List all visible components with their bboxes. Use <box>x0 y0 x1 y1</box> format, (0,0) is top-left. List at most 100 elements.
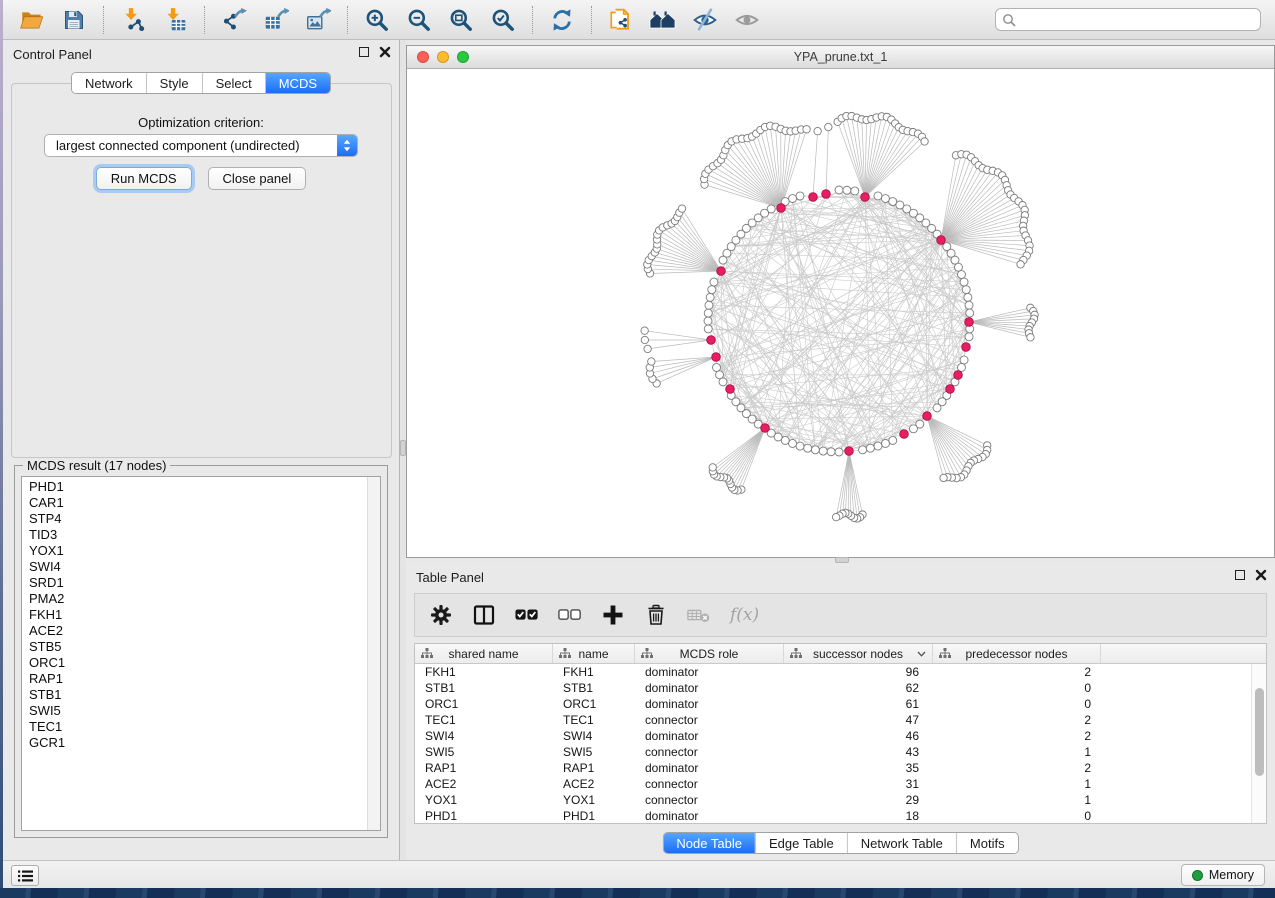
export-image-icon[interactable] <box>302 4 334 36</box>
network-hub-node[interactable] <box>861 193 870 202</box>
mcds-result-item[interactable]: PMA2 <box>29 591 366 607</box>
cell-shared_name[interactable]: SWI4 <box>415 729 553 743</box>
column-header-shared-name[interactable]: shared name <box>415 644 553 663</box>
network-hub-node[interactable] <box>954 371 963 380</box>
tab-network-table[interactable]: Network Table <box>847 833 956 853</box>
cell-name[interactable]: SWI4 <box>553 729 635 743</box>
cell-predecessor_nodes[interactable]: 2 <box>933 761 1101 775</box>
cell-name[interactable]: SWI5 <box>553 745 635 759</box>
network-hub-node[interactable] <box>712 353 721 362</box>
optimization-criterion-select[interactable]: largest connected component (undirected) <box>44 134 358 157</box>
mcds-result-item[interactable]: STB1 <box>29 687 366 703</box>
cell-mcds_role[interactable]: connector <box>635 745 784 759</box>
tab-node-table[interactable]: Node Table <box>663 833 755 853</box>
cell-mcds_role[interactable]: dominator <box>635 809 784 823</box>
mcds-result-item[interactable]: STB5 <box>29 639 366 655</box>
table-row[interactable]: SWI4SWI4dominator462 <box>415 728 1266 744</box>
cell-shared_name[interactable]: TEC1 <box>415 713 553 727</box>
cell-shared_name[interactable]: PHD1 <box>415 809 553 823</box>
zoom-selected-icon[interactable] <box>487 4 519 36</box>
cell-name[interactable]: YOX1 <box>553 793 635 807</box>
table-row[interactable]: RAP1RAP1dominator352 <box>415 760 1266 776</box>
column-header-successor-nodes[interactable]: successor nodes <box>784 644 933 663</box>
cell-successor_nodes[interactable]: 43 <box>784 745 933 759</box>
network-hub-node[interactable] <box>717 267 726 276</box>
cell-predecessor_nodes[interactable]: 0 <box>933 809 1101 823</box>
network-hub-node[interactable] <box>809 193 818 202</box>
cell-successor_nodes[interactable]: 46 <box>784 729 933 743</box>
tab-motifs[interactable]: Motifs <box>956 833 1018 853</box>
cell-mcds_role[interactable]: dominator <box>635 697 784 711</box>
mcds-result-item[interactable]: TID3 <box>29 527 366 543</box>
float-table-panel-icon[interactable] <box>1235 570 1245 580</box>
zoom-in-icon[interactable] <box>361 4 393 36</box>
cell-predecessor_nodes[interactable]: 1 <box>933 777 1101 791</box>
cell-successor_nodes[interactable]: 47 <box>784 713 933 727</box>
export-network-icon[interactable] <box>218 4 250 36</box>
mcds-result-item[interactable]: STP4 <box>29 511 366 527</box>
create-column-icon[interactable] <box>601 603 625 627</box>
column-header-MCDS-role[interactable]: MCDS role <box>635 644 784 663</box>
cell-mcds_role[interactable]: dominator <box>635 761 784 775</box>
cell-name[interactable]: RAP1 <box>553 761 635 775</box>
cell-shared_name[interactable]: YOX1 <box>415 793 553 807</box>
mcds-result-item[interactable]: FKH1 <box>29 607 366 623</box>
run-mcds-button[interactable]: Run MCDS <box>96 167 192 190</box>
show-panels-icon[interactable] <box>731 4 763 36</box>
mcds-result-item[interactable]: TEC1 <box>29 719 366 735</box>
table-row[interactable]: FKH1FKH1dominator962 <box>415 664 1266 680</box>
mcds-result-item[interactable]: ORC1 <box>29 655 366 671</box>
network-hub-node[interactable] <box>937 236 946 245</box>
open-session-icon[interactable] <box>16 4 48 36</box>
zoom-out-icon[interactable] <box>403 4 435 36</box>
search-field[interactable] <box>995 8 1261 31</box>
cell-predecessor_nodes[interactable]: 1 <box>933 793 1101 807</box>
search-input[interactable] <box>1016 13 1254 27</box>
cell-shared_name[interactable]: FKH1 <box>415 665 553 679</box>
mcds-result-item[interactable]: RAP1 <box>29 671 366 687</box>
table-row[interactable]: YOX1YOX1connector291 <box>415 792 1266 808</box>
column-header-predecessor-nodes[interactable]: predecessor nodes <box>933 644 1101 663</box>
mcds-result-item[interactable]: SRD1 <box>29 575 366 591</box>
cell-mcds_role[interactable]: connector <box>635 793 784 807</box>
hide-panels-icon[interactable] <box>689 4 721 36</box>
cell-shared_name[interactable]: STB1 <box>415 681 553 695</box>
memory-button[interactable]: Memory <box>1181 864 1265 886</box>
refresh-layout-icon[interactable] <box>546 4 578 36</box>
import-network-icon[interactable] <box>117 4 149 36</box>
cell-shared_name[interactable]: ORC1 <box>415 697 553 711</box>
table-row[interactable]: STB1STB1dominator620 <box>415 680 1266 696</box>
export-table-icon[interactable] <box>260 4 292 36</box>
tab-network[interactable]: Network <box>72 73 146 93</box>
cell-mcds_role[interactable]: connector <box>635 713 784 727</box>
reset-view-icon[interactable] <box>647 4 679 36</box>
float-panel-icon[interactable] <box>359 47 369 57</box>
save-session-icon[interactable] <box>58 4 90 36</box>
close-panel-icon[interactable] <box>379 46 391 58</box>
table-scrollbar[interactable] <box>1251 664 1266 823</box>
import-table-icon[interactable] <box>159 4 191 36</box>
show-panels-menu-button[interactable] <box>11 865 39 886</box>
clone-network-icon[interactable] <box>605 4 637 36</box>
network-hub-node[interactable] <box>946 385 955 394</box>
cell-predecessor_nodes[interactable]: 2 <box>933 713 1101 727</box>
cell-successor_nodes[interactable]: 18 <box>784 809 933 823</box>
network-hub-node[interactable] <box>900 430 909 439</box>
cell-successor_nodes[interactable]: 62 <box>784 681 933 695</box>
network-canvas[interactable] <box>407 69 1274 557</box>
mcds-list-scrollbar[interactable] <box>367 477 380 830</box>
network-hub-node[interactable] <box>822 190 831 199</box>
mcds-result-list[interactable]: PHD1CAR1STP4TID3YOX1SWI4SRD1PMA2FKH1ACE2… <box>21 476 381 831</box>
cell-name[interactable]: TEC1 <box>553 713 635 727</box>
network-hub-node[interactable] <box>965 318 974 327</box>
cell-mcds_role[interactable]: dominator <box>635 681 784 695</box>
mcds-result-item[interactable]: GCR1 <box>29 735 366 751</box>
cell-predecessor_nodes[interactable]: 0 <box>933 681 1101 695</box>
cell-name[interactable]: STB1 <box>553 681 635 695</box>
deselect-all-columns-icon[interactable] <box>558 603 582 627</box>
tab-select[interactable]: Select <box>202 73 265 93</box>
network-nodes[interactable] <box>641 112 1038 522</box>
select-all-columns-icon[interactable] <box>515 603 539 627</box>
cell-predecessor_nodes[interactable]: 2 <box>933 665 1101 679</box>
cell-name[interactable]: PHD1 <box>553 809 635 823</box>
